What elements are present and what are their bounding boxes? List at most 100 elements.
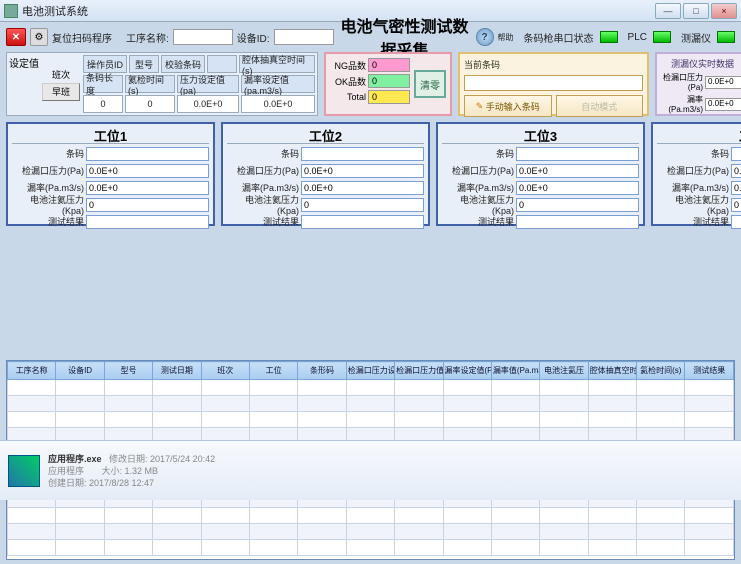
station-name-label: 工序名称:	[126, 30, 169, 45]
grid-header[interactable]: 测试结果	[685, 362, 734, 380]
r-input[interactable]	[516, 181, 639, 195]
res-input[interactable]	[731, 215, 741, 229]
station-title: 工位4	[657, 126, 741, 144]
grid-header[interactable]: 设备ID	[56, 362, 104, 380]
val-r-set[interactable]: 0.0E+0	[241, 95, 315, 113]
tb-mod: 修改日期: 2017/5/24 20:42	[109, 454, 215, 464]
bc-label: 条码	[12, 147, 84, 160]
bc-input[interactable]	[516, 147, 639, 161]
tb-created: 创建日期: 2017/8/28 12:47	[48, 477, 215, 489]
manual-input-button[interactable]: ✎ 手动输入条码	[464, 95, 552, 117]
ok-label: OK品数	[330, 75, 366, 88]
grid-header[interactable]: 型号	[104, 362, 152, 380]
minimize-button[interactable]: —	[655, 3, 681, 19]
p-input[interactable]	[301, 164, 424, 178]
ng-label: NG品数	[330, 59, 366, 72]
col-bc-len: 条码长度	[83, 75, 123, 93]
station-title: 工位1	[12, 126, 209, 144]
taskbar-app-icon[interactable]	[8, 455, 40, 487]
leak-tester-led	[717, 31, 735, 43]
res-input[interactable]	[301, 215, 424, 229]
bc-input[interactable]	[731, 147, 741, 161]
r-input[interactable]	[86, 181, 209, 195]
rt-p-value: 0.0E+0	[705, 76, 741, 89]
col-p-set: 压力设定值(pa)	[177, 75, 239, 93]
help-label: 帮助	[498, 32, 514, 43]
grid-header[interactable]: 条形码	[298, 362, 346, 380]
grid-header[interactable]: 腔体抽真空时	[588, 362, 636, 380]
clear-button[interactable]: 清零	[414, 70, 446, 98]
table-row[interactable]	[8, 540, 734, 556]
table-row[interactable]	[8, 396, 734, 412]
res-input[interactable]	[86, 215, 209, 229]
p-input[interactable]	[731, 164, 741, 178]
stop-button[interactable]: ✕	[6, 28, 26, 46]
r-input[interactable]	[301, 181, 424, 195]
table-row[interactable]	[8, 412, 734, 428]
grid-header[interactable]: 工序名称	[8, 362, 56, 380]
col-blank	[207, 55, 237, 73]
shift-label: 班次	[42, 68, 80, 81]
grid-header[interactable]: 工位	[249, 362, 297, 380]
grid-header[interactable]: 检漏口压力设定值(Pa)	[346, 362, 394, 380]
res-input[interactable]	[516, 215, 639, 229]
he-label: 电池注氦压力(Kpa)	[227, 193, 299, 216]
rt-r-label: 漏率(Pa.m3/s)	[660, 94, 703, 114]
help-button[interactable]: ?	[476, 28, 494, 46]
val-p-set[interactable]: 0.0E+0	[177, 95, 239, 113]
device-id-label: 设备ID:	[237, 30, 270, 45]
res-label: 测试结果	[657, 215, 729, 228]
val-he-time[interactable]: 0	[125, 95, 175, 113]
he-input[interactable]	[516, 198, 639, 212]
shift-button[interactable]: 早班	[42, 83, 80, 101]
device-id-input[interactable]	[274, 29, 334, 45]
station-title: 工位3	[442, 126, 639, 144]
current-barcode-input[interactable]	[464, 75, 643, 91]
col-r-set: 漏率设定值(pa.m3/s)	[241, 75, 315, 93]
col-model: 型号	[129, 55, 159, 73]
he-label: 电池注氦压力(Kpa)	[442, 193, 514, 216]
res-label: 测试结果	[12, 215, 84, 228]
plc-led	[653, 31, 671, 43]
r-input[interactable]	[731, 181, 741, 195]
close-button[interactable]: ×	[711, 3, 737, 19]
he-input[interactable]	[301, 198, 424, 212]
realtime-panel: 测漏仪实时数据 检漏口压力(Pa)0.0E+0 漏率(Pa.m3/s)0.0E+…	[655, 52, 741, 116]
grid-header[interactable]: 检漏口压力值(Pa)	[395, 362, 443, 380]
settings-panel: 设定值 班次 早班 操作员ID 型号 校验条码 腔体抽真空时间(s) 条码长度	[6, 52, 318, 116]
he-input[interactable]	[731, 198, 741, 212]
col-vacuum-time: 腔体抽真空时间(s)	[239, 55, 315, 73]
maximize-button[interactable]: □	[683, 3, 709, 19]
realtime-title: 测漏仪实时数据	[660, 57, 741, 70]
grid-header[interactable]: 漏率设定值(Pa.m	[443, 362, 491, 380]
station-4: 工位4 条码 检漏口压力(Pa) 漏率(Pa.m3/s) 电池注氦压力(Kpa)…	[651, 122, 741, 226]
table-row[interactable]	[8, 524, 734, 540]
grid-header[interactable]: 班次	[201, 362, 249, 380]
val-bc-len[interactable]: 0	[83, 95, 123, 113]
p-input[interactable]	[86, 164, 209, 178]
bc-input[interactable]	[301, 147, 424, 161]
settings-tab[interactable]: 设定值	[9, 55, 39, 113]
p-label: 检漏口压力(Pa)	[657, 164, 729, 177]
counts-panel: NG品数0 OK品数0 Total0 清零	[324, 52, 452, 116]
station-name-input[interactable]	[173, 29, 233, 45]
res-label: 测试结果	[442, 215, 514, 228]
grid-header[interactable]: 电池注氦压	[540, 362, 588, 380]
tb-type: 应用程序	[48, 466, 84, 476]
grid-header[interactable]: 漏率值(Pa.m3/s)	[491, 362, 539, 380]
auto-mode-button[interactable]: 自动模式	[556, 95, 644, 117]
settings-icon[interactable]: ⚙	[30, 28, 48, 46]
barcode-panel: 当前条码 ✎ 手动输入条码 自动模式	[458, 52, 649, 116]
grid-header[interactable]: 氦检时间(s)	[637, 362, 685, 380]
ok-value: 0	[368, 74, 410, 88]
p-input[interactable]	[516, 164, 639, 178]
he-label: 电池注氦压力(Kpa)	[657, 193, 729, 216]
reset-scan-label[interactable]: 复位扫码程序	[52, 30, 112, 45]
p-label: 检漏口压力(Pa)	[442, 164, 514, 177]
app-icon	[4, 4, 18, 18]
table-row[interactable]	[8, 380, 734, 396]
he-input[interactable]	[86, 198, 209, 212]
bc-input[interactable]	[86, 147, 209, 161]
grid-header[interactable]: 测试日期	[153, 362, 201, 380]
table-row[interactable]	[8, 508, 734, 524]
